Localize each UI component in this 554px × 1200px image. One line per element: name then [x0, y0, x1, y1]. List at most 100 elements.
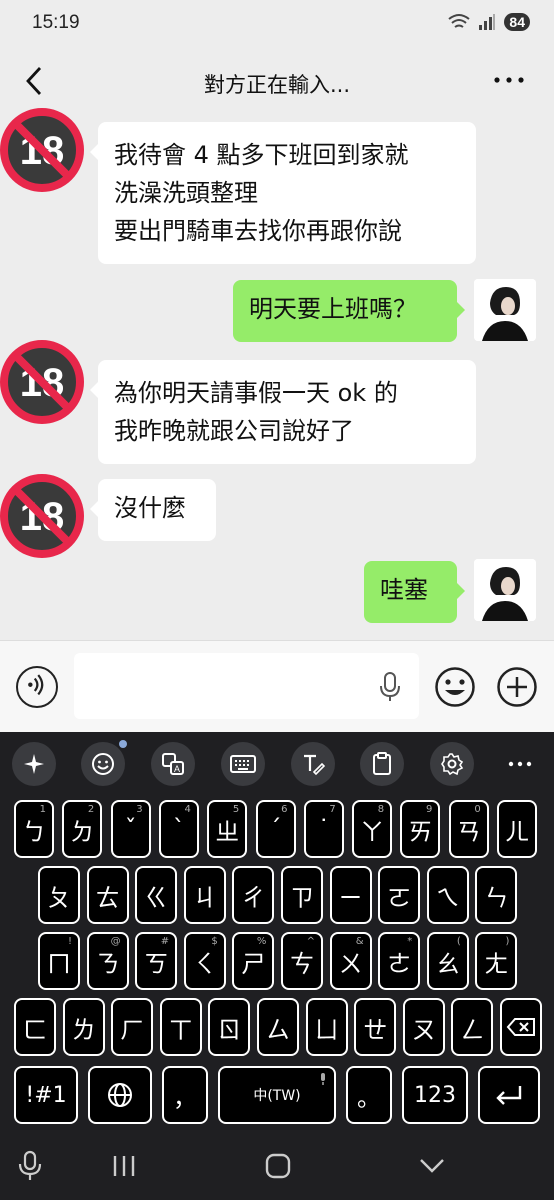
key-ㄗ[interactable]: ㄗ: [281, 866, 323, 924]
period-key[interactable]: 。: [346, 1066, 392, 1124]
key-ㄡ[interactable]: ㄡ: [402, 998, 445, 1056]
message-bubble[interactable]: 我待會 4 點多下班回到家就 洗澡洗頭整理 要出門騎車去找你再跟你說: [90, 122, 476, 264]
keyboard-more-button[interactable]: [498, 742, 542, 786]
key-ㄓ[interactable]: ㄓ5: [207, 800, 248, 858]
key-ㄉ[interactable]: ㄉ2: [62, 800, 103, 858]
microphone-icon[interactable]: [378, 671, 402, 703]
contact-avatar[interactable]: 18: [0, 472, 86, 560]
key-ㄏ[interactable]: ㄏ: [111, 998, 154, 1056]
key-label: ㄛ: [387, 883, 412, 912]
key-ㄛ[interactable]: ㄛ: [378, 866, 421, 924]
key-ㄢ[interactable]: ㄢ0: [448, 800, 489, 858]
key-ㄊ[interactable]: ㄊ: [86, 866, 129, 924]
key-ㄑ[interactable]: ㄑ $: [183, 932, 226, 990]
key-ㄟ[interactable]: ㄟ: [426, 866, 469, 924]
key-ˋ[interactable]: ˋ4: [158, 800, 199, 858]
key-ㄥ[interactable]: ㄥ: [451, 998, 494, 1056]
key-ㄋ[interactable]: ㄋ @: [86, 932, 129, 990]
backspace-key[interactable]: [500, 998, 542, 1056]
message-input[interactable]: [74, 653, 419, 719]
key-ㄕ[interactable]: ㄕ%: [232, 932, 275, 990]
key-ㄘ[interactable]: ㄘ ^: [281, 932, 323, 990]
enter-icon: [496, 1086, 522, 1105]
more-options-icon: [508, 761, 532, 767]
key-ㄚ[interactable]: ㄚ8: [352, 800, 393, 858]
key-ˊ[interactable]: ˊ6: [255, 800, 296, 858]
key-ㄝ[interactable]: ㄝ: [354, 998, 397, 1056]
key-label: ㄆ: [47, 883, 71, 912]
clipboard-button[interactable]: [360, 742, 404, 786]
comma-key[interactable]: ，: [162, 1066, 208, 1124]
self-avatar[interactable]: [474, 559, 536, 621]
key-hint: 8: [377, 804, 385, 815]
key-hint: (: [456, 936, 461, 947]
clipboard-icon: [373, 752, 391, 775]
key-label: ㄣ: [484, 883, 509, 912]
key-ㄠ[interactable]: ㄠ(: [426, 932, 469, 990]
key-˙[interactable]: ˙ 7: [303, 800, 344, 858]
key-ㄞ[interactable]: ㄞ9: [400, 800, 441, 858]
add-attachment-icon[interactable]: [496, 666, 538, 708]
emoji-icon[interactable]: [434, 666, 476, 708]
key-ㄜ[interactable]: ㄜ *: [378, 932, 421, 990]
key-label: ㄋ: [95, 949, 120, 978]
key-hint: ^: [306, 936, 315, 947]
language-key[interactable]: [88, 1066, 152, 1124]
ai-sparkle-button[interactable]: [12, 742, 56, 786]
contact-avatar[interactable]: 18: [0, 338, 86, 426]
numbers-key[interactable]: 123: [402, 1066, 468, 1124]
key-hint: 9: [426, 804, 433, 815]
key-ㄔ[interactable]: ㄔ: [232, 866, 275, 924]
symbols-key[interactable]: !#1: [14, 1066, 78, 1124]
key-label: ㄑ: [192, 949, 217, 978]
message-bubble-self[interactable]: 明天要上班嗎？: [233, 280, 465, 342]
key-label: ㄙ: [266, 1015, 290, 1044]
key-ㄦ[interactable]: ㄦ: [497, 800, 537, 858]
enter-key[interactable]: [478, 1066, 540, 1124]
key-label: ㄈ: [23, 1015, 47, 1044]
key-label: ㄉ: [70, 817, 95, 846]
contact-avatar[interactable]: 18: [0, 106, 86, 194]
key-label: ㄞ: [408, 817, 433, 846]
key-ㄍ[interactable]: ㄍ: [135, 866, 178, 924]
recent-apps-icon[interactable]: [106, 1150, 142, 1182]
key-ㄈ[interactable]: ㄈ: [14, 998, 56, 1056]
key-ㄇ[interactable]: ㄇ!: [38, 932, 80, 990]
key-ㄧ[interactable]: ㄧ: [329, 866, 372, 924]
key-ㄒ[interactable]: ㄒ: [159, 998, 202, 1056]
key-hint: &: [355, 936, 364, 947]
message-bubble[interactable]: 沒什麼: [90, 479, 216, 541]
key-ㄣ[interactable]: ㄣ: [475, 866, 518, 924]
more-options-icon[interactable]: [492, 65, 526, 95]
key-ㄆ[interactable]: ㄆ: [38, 866, 80, 924]
key-ㄨ[interactable]: ㄨ &: [329, 932, 372, 990]
space-key[interactable]: 中(TW): [218, 1066, 336, 1124]
handwriting-button[interactable]: [291, 742, 335, 786]
key-ˇ[interactable]: ˇ3: [110, 800, 151, 858]
notification-dot: [119, 740, 127, 748]
voice-mode-button[interactable]: [16, 666, 58, 708]
key-ㄐ[interactable]: ㄐ: [183, 866, 226, 924]
key-ㄅ[interactable]: ㄅ1: [14, 800, 54, 858]
keyboard-mode-button[interactable]: [221, 742, 265, 786]
key-ㄙ[interactable]: ㄙ: [257, 998, 299, 1056]
key-label: ㄩ: [314, 1015, 339, 1044]
keyboard-settings-button[interactable]: [430, 742, 474, 786]
home-icon[interactable]: [260, 1150, 296, 1182]
key-label: ㄒ: [168, 1015, 193, 1044]
system-nav-bar: [0, 1132, 554, 1200]
microphone-icon[interactable]: [12, 1150, 48, 1182]
self-avatar[interactable]: [474, 279, 536, 341]
key-hint: 1: [39, 804, 46, 815]
key-ㄎ[interactable]: ㄎ #: [135, 932, 178, 990]
key-hint: @: [110, 936, 121, 947]
key-ㄖ[interactable]: ㄖ: [208, 998, 251, 1056]
emoji-keyboard-button[interactable]: [81, 740, 127, 786]
key-ㄩ[interactable]: ㄩ: [305, 998, 348, 1056]
hide-keyboard-icon[interactable]: [414, 1150, 450, 1182]
key-ㄌ[interactable]: ㄌ: [62, 998, 105, 1056]
key-ㄤ[interactable]: ㄤ): [475, 932, 518, 990]
translate-button[interactable]: A: [151, 742, 195, 786]
message-bubble-self[interactable]: 哇塞: [364, 561, 465, 623]
message-bubble[interactable]: 為你明天請事假一天 ok 的 我昨晚就跟公司說好了: [90, 360, 476, 464]
